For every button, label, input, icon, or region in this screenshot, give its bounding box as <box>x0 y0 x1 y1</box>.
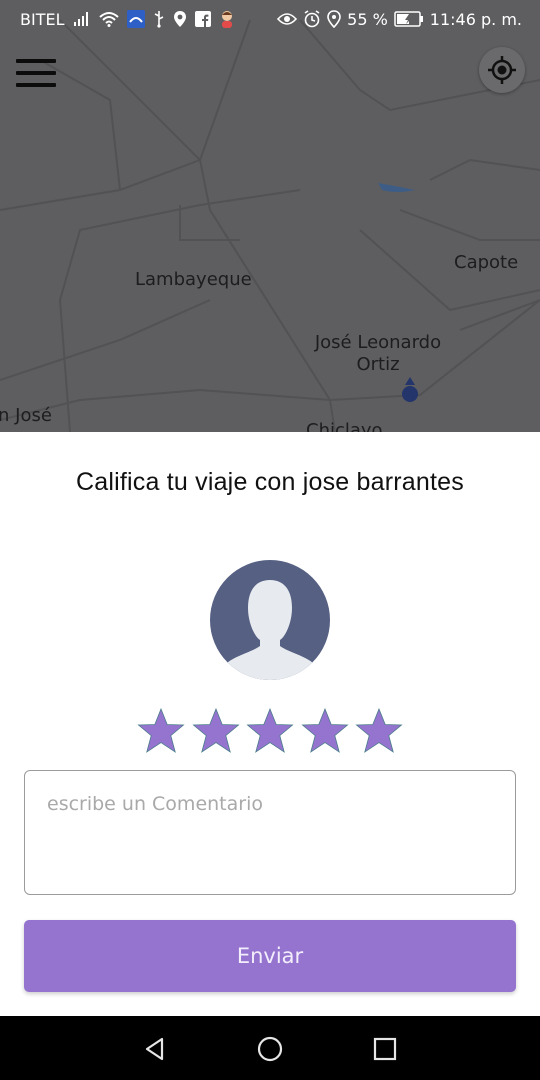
submit-button[interactable]: Enviar <box>24 920 516 992</box>
app-notification-icon <box>126 10 145 28</box>
map-label-capote: Capote <box>454 252 519 273</box>
map-label-chiclayo: Chiclayo <box>306 420 383 432</box>
star-icon[interactable] <box>191 706 241 756</box>
menu-line <box>16 59 56 63</box>
star-icon[interactable] <box>354 706 404 756</box>
wifi-icon <box>98 11 119 27</box>
driver-avatar <box>210 560 330 680</box>
map-roads <box>0 19 540 432</box>
eye-icon <box>277 12 298 26</box>
battery-charging-icon <box>394 11 424 27</box>
location-icon <box>173 10 187 28</box>
star-icon[interactable] <box>245 706 295 756</box>
rating-title: Califica tu viaje con jose barrantes <box>76 468 464 496</box>
my-location-button[interactable] <box>479 47 525 93</box>
user-silhouette-icon <box>226 580 314 680</box>
star-rating[interactable] <box>136 706 404 758</box>
facebook-icon <box>194 11 211 27</box>
navigation-bar <box>0 1016 540 1080</box>
recents-icon[interactable] <box>370 1034 400 1064</box>
carrier-name: BITEL <box>20 9 65 29</box>
menu-line <box>16 71 56 75</box>
crosshair-icon <box>488 56 516 84</box>
location-icon <box>327 10 341 28</box>
rating-sheet: Califica tu viaje con jose barrantes Env… <box>0 432 540 1016</box>
hamburger-menu-icon[interactable] <box>16 56 58 90</box>
status-bar: BITEL 55 % 11:46 p. m. <box>0 0 540 38</box>
home-icon[interactable] <box>255 1034 285 1064</box>
signal-icon <box>73 11 91 27</box>
map-view[interactable]: Lambayeque Capote José Leonardo Ortiz n … <box>0 0 540 432</box>
usb-icon <box>153 10 165 28</box>
menu-line <box>16 83 56 87</box>
location-arrow-icon <box>405 377 415 385</box>
map-label-san-jose: n José <box>0 405 52 426</box>
battery-percent: 55 % <box>347 9 388 29</box>
star-icon[interactable] <box>136 706 186 756</box>
star-icon[interactable] <box>300 706 350 756</box>
comment-box <box>24 770 516 895</box>
map-label-lambayeque: Lambayeque <box>135 269 252 290</box>
comment-input[interactable] <box>25 771 515 894</box>
back-icon[interactable] <box>140 1034 170 1064</box>
avatar-notification-icon <box>219 10 235 28</box>
alarm-icon <box>303 10 321 28</box>
current-location-marker <box>402 386 418 402</box>
clock: 11:46 p. m. <box>429 9 522 29</box>
map-label-jose-leonardo-ortiz: José Leonardo Ortiz <box>314 332 442 375</box>
